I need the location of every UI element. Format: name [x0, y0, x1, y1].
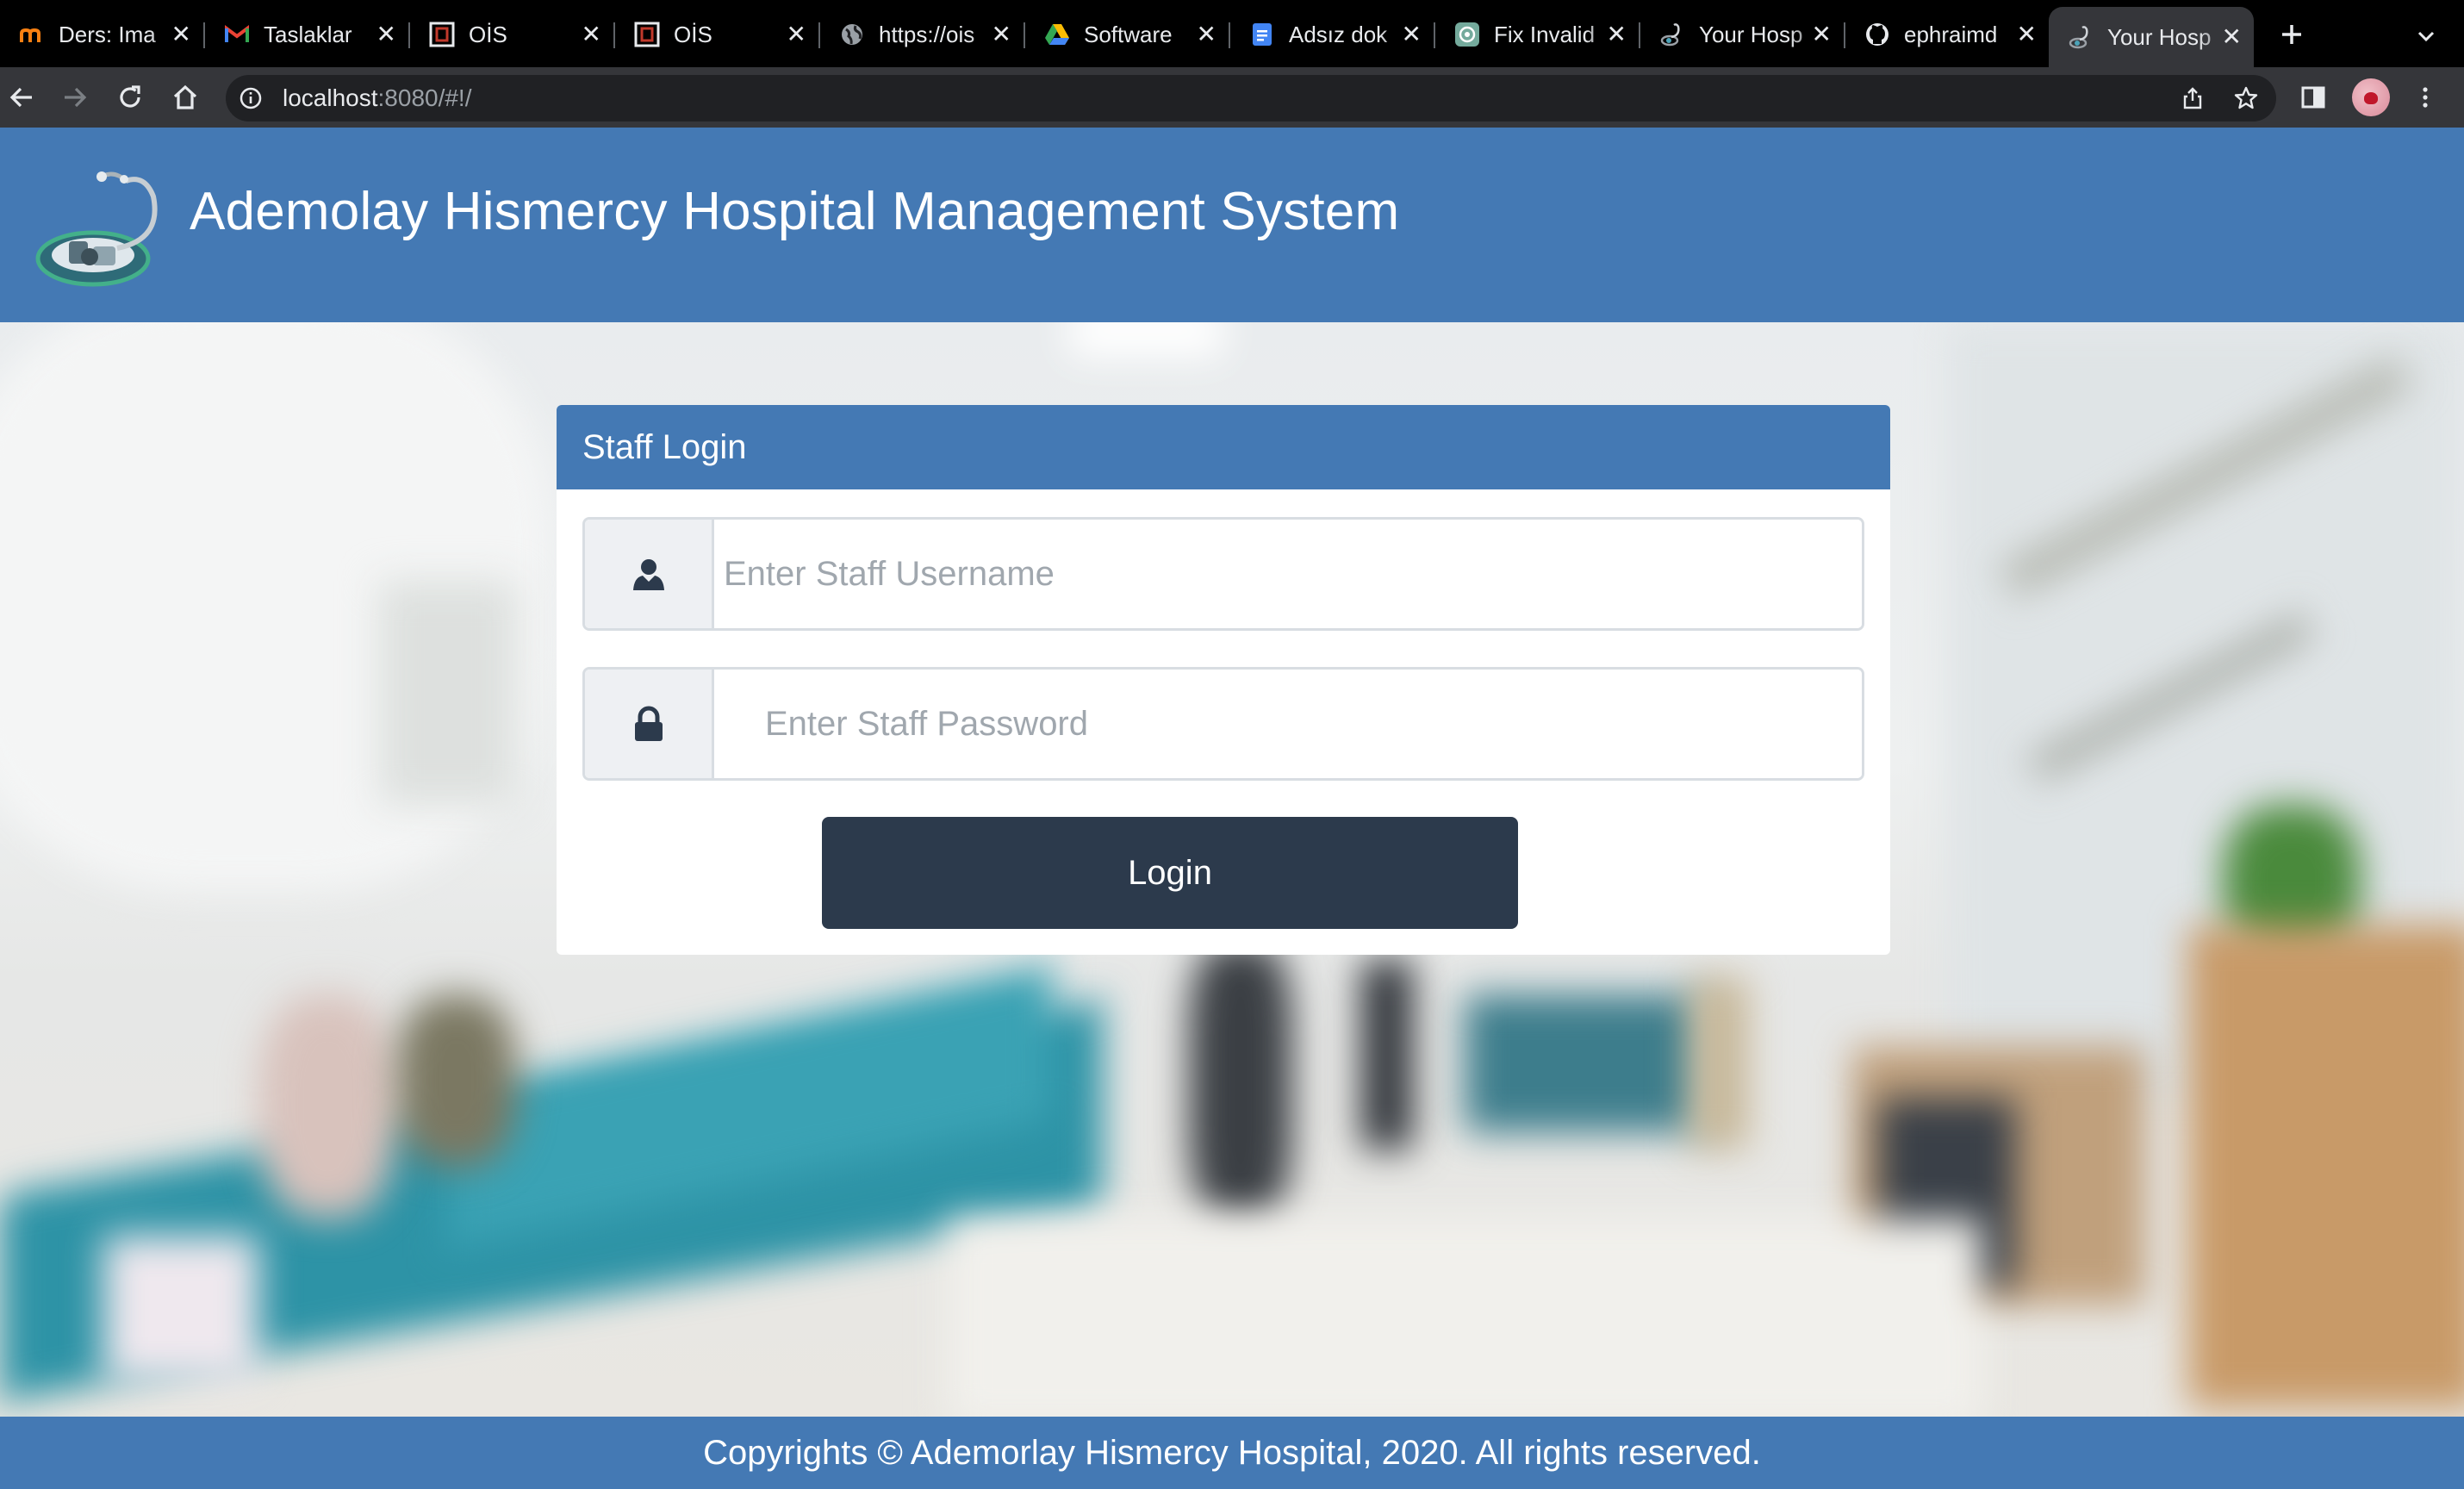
tab-title: Your Hosp [1699, 21, 1803, 47]
openai-icon [1454, 22, 1480, 47]
close-icon[interactable]: ✕ [376, 22, 396, 47]
share-icon[interactable] [2176, 82, 2209, 115]
arrow-right-icon [65, 87, 87, 108]
browser-tab[interactable]: ephraimd ✕ [1845, 10, 2049, 59]
tab-title: OİS [674, 21, 712, 47]
chevron-down-icon [2417, 31, 2435, 42]
staff-login-card: Staff Login Login [557, 405, 1890, 955]
ois-icon [634, 22, 660, 47]
password-field [582, 667, 1864, 781]
web-page: Ademolay Hismercy Hospital Management Sy… [0, 128, 2464, 1489]
side-panel-icon [2301, 86, 2325, 109]
site-footer: Copyrights © Ademorlay Hismercy Hospital… [0, 1417, 2464, 1489]
stethoscope-icon [2068, 24, 2094, 50]
google-docs-icon [1249, 22, 1275, 47]
tab-title: Software [1084, 21, 1173, 47]
tab-title: Adsız dok [1289, 21, 1388, 47]
site-header: Ademolay Hismercy Hospital Management Sy… [0, 128, 2464, 322]
gmail-icon [224, 22, 250, 47]
browser-menu-button[interactable] [2407, 79, 2443, 115]
username-field [582, 517, 1864, 631]
browser-tab[interactable]: Adsız dok ✕ [1230, 10, 1434, 59]
close-icon[interactable]: ✕ [582, 22, 601, 47]
close-icon[interactable]: ✕ [1402, 22, 1422, 47]
password-input[interactable] [717, 670, 1862, 778]
user-icon [585, 520, 714, 628]
close-icon[interactable]: ✕ [2222, 25, 2242, 49]
back-button[interactable] [3, 79, 40, 115]
ois-icon [429, 22, 455, 47]
arrow-left-icon [9, 87, 32, 108]
tab-title: Taslaklar [264, 21, 352, 47]
close-icon[interactable]: ✕ [992, 22, 1011, 47]
home-button[interactable] [167, 79, 203, 115]
google-drive-icon [1044, 22, 1070, 47]
browser-toolbar: localhost:8080/#!/ [0, 67, 2464, 128]
browser-tab[interactable]: Ders: Ima ✕ [0, 10, 203, 59]
bookmark-star-icon[interactable] [2230, 82, 2262, 115]
globe-icon [839, 22, 865, 47]
reload-button[interactable] [112, 79, 148, 115]
browser-tab[interactable]: OİS ✕ [615, 10, 818, 59]
browser-tab[interactable]: https://ois ✕ [820, 10, 1024, 59]
close-icon[interactable]: ✕ [1812, 22, 1832, 47]
tab-title: Your Hosp [2107, 23, 2212, 50]
close-icon[interactable]: ✕ [2017, 22, 2037, 47]
home-icon [173, 84, 197, 109]
browser-tab[interactable]: Fix Invalid ✕ [1435, 10, 1639, 59]
hospital-background-image: Staff Login Login [0, 322, 2464, 1417]
reload-icon [120, 85, 140, 108]
plus-icon [2282, 25, 2301, 44]
browser-tab-active[interactable]: Your Hosp ✕ [2049, 7, 2254, 67]
github-icon [1864, 22, 1890, 47]
url-path: :8080/#!/ [377, 84, 472, 111]
moodle-icon [19, 22, 45, 47]
tab-title: Fix Invalid [1494, 21, 1596, 47]
more-vert-icon [2423, 87, 2428, 108]
username-input[interactable] [717, 520, 1862, 628]
tab-title: https://ois [879, 21, 975, 47]
tab-title: ephraimd [1904, 21, 1998, 47]
tab-title: OİS [469, 21, 507, 47]
browser-tab-strip: Ders: Ima ✕ Taslaklar ✕ OİS ✕ OİS ✕ http… [0, 0, 2464, 67]
close-icon[interactable]: ✕ [787, 22, 806, 47]
browser-tab[interactable]: Taslaklar ✕ [205, 10, 408, 59]
close-icon[interactable]: ✕ [171, 22, 191, 47]
browser-tab[interactable]: OİS ✕ [410, 10, 613, 59]
stethoscope-logo [35, 171, 158, 287]
side-panel-button[interactable] [2295, 79, 2331, 115]
url-text[interactable]: localhost:8080/#!/ [283, 75, 472, 121]
lock-icon [585, 670, 714, 778]
login-card-title: Staff Login [557, 405, 1890, 489]
address-bar[interactable]: localhost:8080/#!/ [226, 75, 2276, 121]
site-title: Ademolay Hismercy Hospital Management Sy… [190, 182, 1400, 241]
stethoscope-icon [1659, 22, 1685, 47]
url-host: localhost [283, 84, 378, 111]
browser-tab[interactable]: Software ✕ [1025, 10, 1229, 59]
new-tab-button[interactable] [2273, 16, 2311, 53]
tab-title: Ders: Ima [59, 21, 156, 47]
browser-tab[interactable]: Your Hosp ✕ [1640, 10, 1844, 59]
profile-avatar[interactable] [2352, 78, 2390, 116]
tab-search-button[interactable] [2409, 19, 2443, 53]
close-icon[interactable]: ✕ [1197, 22, 1216, 47]
close-icon[interactable]: ✕ [1607, 22, 1627, 47]
login-button[interactable]: Login [822, 817, 1518, 929]
forward-button[interactable] [57, 79, 93, 115]
info-icon[interactable] [238, 85, 264, 111]
